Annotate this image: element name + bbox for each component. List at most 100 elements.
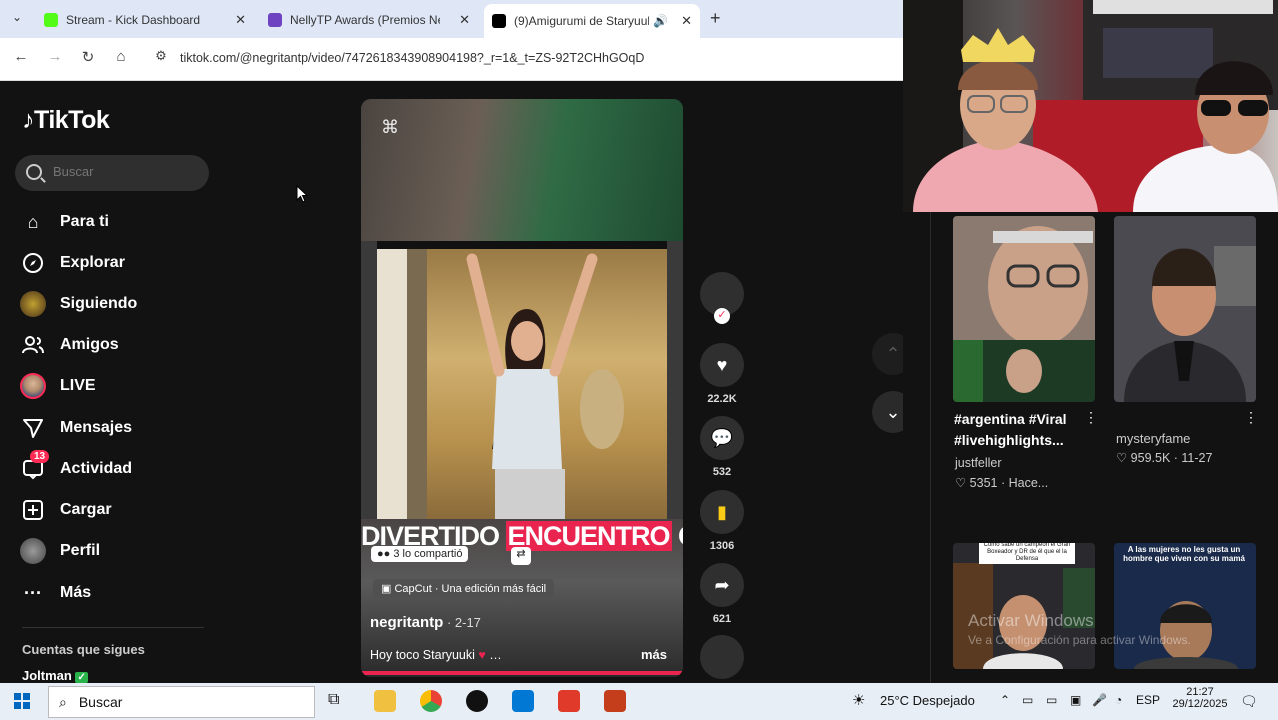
video-progress-bar[interactable] (361, 671, 683, 675)
sidebar-item-para-ti[interactable]: ⌂ Para ti (20, 207, 109, 237)
search-box[interactable] (15, 155, 209, 191)
obs-icon[interactable] (466, 690, 488, 712)
comment-count: 532 (712, 466, 732, 478)
store-icon[interactable] (512, 690, 534, 712)
tab-label: (9)Amigurumi de Staryuuki (514, 14, 649, 28)
capcut-link[interactable]: ▣ CapCut · Una edición más fácil (373, 579, 555, 598)
video-description: Hoy toco Staryuuki ♥ … (370, 648, 502, 662)
reload-icon[interactable]: ↻ (77, 48, 99, 66)
upload-icon (20, 497, 46, 523)
sidebar-item-perfil[interactable]: Perfil (20, 536, 100, 566)
new-tab-button[interactable]: + (710, 8, 721, 29)
sidebar-item-explorar[interactable]: Explorar (20, 248, 125, 278)
capcut-text: CapCut · Una edición más fácil (394, 583, 547, 595)
video-card-author-1[interactable]: justfeller (955, 456, 1002, 470)
like-button[interactable]: ♥ 22.2K (700, 343, 744, 405)
browser-tab-bar: ⌄ Stream - Kick Dashboard ✕ NellyTP Awar… (0, 0, 903, 38)
share-button[interactable]: ➦ 621 (700, 563, 744, 625)
sidebar-item-mas[interactable]: ··· Más (20, 578, 91, 608)
girl-celebrating-image (377, 249, 624, 521)
tray-app-icon[interactable]: ▣ (1070, 693, 1081, 707)
close-tab-icon[interactable]: ✕ (459, 12, 470, 28)
notifications-icon[interactable]: 🗨 (1240, 693, 1258, 710)
powerpoint-icon[interactable] (604, 690, 626, 712)
tab-nellytp-awards[interactable]: NellyTP Awards (Premios Nelly ✕ (268, 6, 478, 34)
mouse-cursor-icon (296, 184, 309, 208)
comment-button[interactable]: 💬 532 (700, 416, 744, 478)
friends-icon (20, 332, 46, 358)
microphone-icon[interactable]: 🎤 (1092, 693, 1107, 707)
tray-app-icon[interactable]: ▭ (1022, 693, 1033, 707)
weather-icon[interactable]: ☀ (852, 691, 865, 709)
video-card-meta-2: ♡ 959.5K · 11-27 (1116, 451, 1213, 465)
close-tab-icon[interactable]: ✕ (235, 12, 246, 28)
video-thumbnail-2[interactable] (1114, 216, 1256, 402)
sidebar-item-amigos[interactable]: Amigos (20, 330, 119, 360)
forms-favicon-icon (268, 13, 282, 27)
language-indicator[interactable]: ESP (1136, 693, 1160, 707)
pdf-icon[interactable] (558, 690, 580, 712)
follow-check-icon[interactable]: ✓ (714, 308, 730, 324)
chevron-down-icon: ⌄ (885, 401, 901, 422)
tiktok-favicon-icon (492, 14, 506, 28)
video-player[interactable]: ⌘ DIVERTIDO ENCUENTRO CON ÉL ●● 3 lo com… (361, 99, 683, 677)
tiktok-logo[interactable]: ♪TikTok (22, 106, 110, 135)
taskbar-clock[interactable]: 21:27 29/12/2025 (1170, 686, 1230, 710)
sidebar-item-label: Más (60, 584, 92, 601)
sidebar-item-live[interactable]: LIVE (20, 371, 96, 401)
sidebar-item-actividad[interactable]: 13 Actividad (20, 450, 132, 484)
account-name: Joltman (22, 668, 72, 683)
weather-text[interactable]: 25°C Despejado (880, 693, 975, 708)
video-card-author-2[interactable]: mysteryfame (1116, 431, 1190, 446)
sidebar-divider (22, 627, 204, 628)
chrome-icon[interactable] (420, 690, 442, 712)
tab-list-chevron-icon[interactable]: ⌄ (12, 10, 22, 24)
video-thumbnail-1[interactable] (953, 216, 1095, 402)
creator-avatar-button[interactable]: ✓ (700, 272, 744, 324)
followed-account-joltman[interactable]: Joltman ✓ (22, 668, 88, 683)
comment-icon: 💬 (700, 416, 744, 460)
video-thumbnail-4[interactable]: A las mujeres no les gusta un hombre que… (1114, 543, 1256, 669)
search-input[interactable] (51, 163, 205, 180)
file-explorer-icon[interactable] (374, 690, 396, 712)
caption-text: CON ÉL (672, 521, 683, 551)
forward-arrow-icon[interactable]: → (44, 48, 66, 65)
activity-icon: 13 (20, 450, 50, 482)
home-icon[interactable]: ⌂ (110, 48, 132, 65)
sidebar-item-cargar[interactable]: Cargar (20, 495, 112, 525)
send-icon (20, 415, 46, 441)
taskbar-search-box[interactable]: ⌕ Buscar (48, 686, 315, 718)
music-disc-button[interactable] (700, 635, 744, 679)
tab-tiktok-active[interactable]: (9)Amigurumi de Staryuuki 🔊 ✕ (484, 4, 700, 38)
sidebar-item-label: Para ti (60, 213, 109, 230)
video-thumbnail-3[interactable]: Como sabe un campeón el Gran Boxeador y … (953, 543, 1095, 669)
tab-kick-dashboard[interactable]: Stream - Kick Dashboard ✕ (44, 6, 254, 34)
back-arrow-icon[interactable]: ← (10, 48, 32, 65)
more-options-icon[interactable]: ⋮ (1244, 409, 1258, 426)
wifi-icon[interactable]: ◔ (1115, 693, 1122, 707)
tray-chevron-icon[interactable]: ⌃ (1000, 693, 1010, 707)
capcut-logo-icon: ⌘ (381, 117, 399, 137)
tray-app-icon[interactable]: ▭ (1046, 693, 1057, 707)
clock-date: 29/12/2025 (1172, 698, 1228, 710)
more-options-icon[interactable]: ⋮ (1084, 409, 1098, 426)
more-link[interactable]: más (641, 647, 667, 662)
task-view-icon[interactable]: ⧉ (328, 691, 339, 709)
video-author[interactable]: negritantp · 2-17 (370, 614, 481, 631)
verified-check-icon: ✓ (75, 672, 88, 683)
shared-by-pill[interactable]: ●● 3 lo compartió (371, 546, 469, 562)
close-tab-icon[interactable]: ✕ (681, 13, 692, 29)
site-settings-icon[interactable]: ⚙ (150, 48, 172, 64)
video-card-meta-1: ♡ 5351 · Hace... (955, 476, 1049, 490)
audio-playing-icon[interactable]: 🔊 (653, 14, 668, 28)
share-icon: ➦ (700, 563, 744, 607)
video-card-title-1[interactable]: #argentina #Viral #livehighlights... (954, 409, 1094, 451)
repost-icon[interactable]: ⇄ (511, 547, 531, 565)
sidebar-item-siguiendo[interactable]: Siguiendo (20, 289, 137, 319)
thumbnail-3-overlay-text: Como sabe un campeón el Gran Boxeador y … (979, 543, 1075, 564)
url-field[interactable]: tiktok.com/@negritantp/video/74726183439… (180, 51, 644, 65)
save-button[interactable]: ▮ 1306 (700, 490, 744, 552)
sidebar-item-mensajes[interactable]: Mensajes (20, 413, 132, 443)
sidebar-item-label: LIVE (60, 377, 96, 394)
windows-start-icon[interactable] (14, 693, 30, 714)
